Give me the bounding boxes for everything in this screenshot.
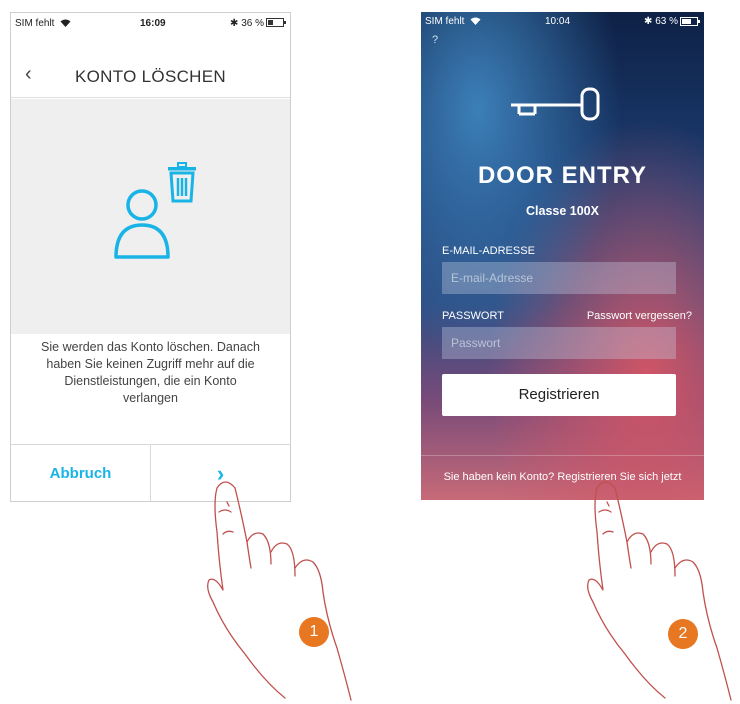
clock: 16:09 bbox=[140, 18, 166, 29]
password-field[interactable] bbox=[442, 327, 676, 359]
wifi-icon bbox=[60, 19, 71, 27]
status-bar: SIM fehlt 16:09 ✱ 36 % bbox=[11, 13, 290, 35]
phone-screen-delete-account: SIM fehlt 16:09 ✱ 36 % ‹ KONTO LÖSCHEN S… bbox=[10, 12, 291, 502]
step-badge: 2 bbox=[668, 619, 698, 649]
help-icon[interactable]: ? bbox=[432, 34, 438, 46]
register-button[interactable]: Registrieren bbox=[442, 374, 676, 416]
warning-message: Sie werden das Konto löschen. Danach hab… bbox=[11, 335, 290, 407]
divider bbox=[421, 455, 704, 456]
battery-percent: ✱ 36 % bbox=[230, 18, 264, 29]
cancel-button[interactable]: Abbruch bbox=[11, 445, 151, 501]
status-bar: SIM fehlt 10:04 ✱ 63 % bbox=[421, 12, 704, 30]
password-label: PASSWORT bbox=[442, 310, 504, 322]
delete-user-icon bbox=[114, 162, 196, 259]
wifi-icon bbox=[470, 17, 481, 25]
trash-icon bbox=[168, 162, 196, 203]
message-line: haben Sie keinen Zugriff mehr auf die bbox=[46, 357, 255, 371]
battery-icon bbox=[680, 17, 700, 26]
phone-screen-login: SIM fehlt 10:04 ✱ 63 % ? DOOR ENTRY Clas… bbox=[421, 12, 704, 500]
email-label: E-MAIL-ADRESSE bbox=[442, 245, 535, 257]
email-field[interactable] bbox=[442, 262, 676, 294]
app-title: DOOR ENTRY bbox=[477, 162, 648, 189]
battery-fill bbox=[268, 20, 273, 25]
nav-header: ‹ KONTO LÖSCHEN bbox=[11, 53, 290, 98]
pointing-hand-icon bbox=[207, 481, 352, 701]
carrier-label: SIM fehlt bbox=[15, 18, 71, 29]
pointing-hand-icon bbox=[587, 481, 732, 701]
forgot-password-link[interactable]: Passwort vergessen? bbox=[587, 310, 692, 322]
battery-percent: ✱ 63 % bbox=[644, 16, 678, 27]
bluetooth-icon: ✱ bbox=[644, 16, 653, 27]
page-title: KONTO LÖSCHEN bbox=[75, 67, 226, 86]
battery-icon bbox=[266, 18, 286, 27]
battery-fill bbox=[682, 19, 691, 24]
message-line: verlangen bbox=[123, 391, 178, 405]
app-subtitle: Classe 100X bbox=[526, 204, 599, 218]
key-icon bbox=[511, 87, 600, 121]
illustration-area bbox=[11, 99, 290, 334]
bluetooth-icon: ✱ bbox=[230, 18, 239, 29]
carrier-label: SIM fehlt bbox=[425, 16, 481, 27]
clock: 10:04 bbox=[545, 16, 571, 27]
message-line: Dienstleistungen, die ein Konto bbox=[64, 374, 237, 388]
step-badge: 1 bbox=[299, 617, 329, 647]
message-line: Sie werden das Konto löschen. Danach bbox=[41, 340, 260, 354]
